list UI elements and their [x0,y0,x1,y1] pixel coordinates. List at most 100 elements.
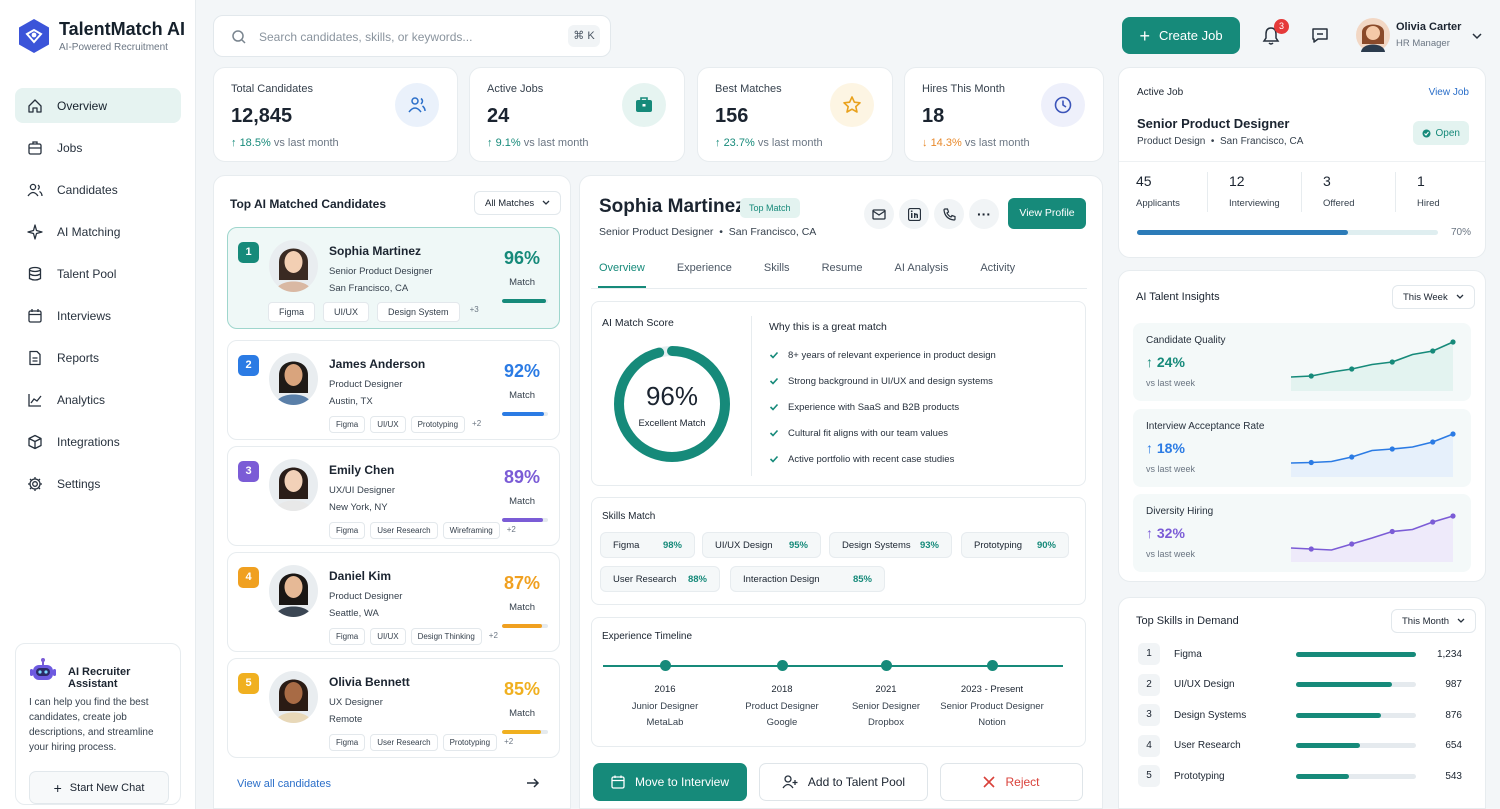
view-job-link[interactable]: View Job [1429,87,1469,98]
create-job-button[interactable]: + Create Job [1122,17,1240,54]
top-skill-row: 1 Figma 1,234 [1138,642,1468,666]
avatar-photo [269,565,318,617]
avatar [1356,18,1390,52]
sidebar-item-jobs[interactable]: Jobs [15,130,181,165]
skill-match-chip: Figma 98% [600,532,695,558]
arrow-up-icon: ↑ [1146,440,1157,456]
sidebar-item-candidates[interactable]: Candidates [15,172,181,207]
close-icon [983,776,996,788]
sparkline-point [1349,366,1355,372]
candidate-card[interactable]: 5 Olivia Bennett UX Designer Remote Figma Use… [227,658,560,758]
skill-tag: Figma [329,734,366,751]
candidate-card[interactable]: 1 Sophia Martinez Senior Product Designer S… [227,227,560,329]
matches-filter-label: All Matches [485,197,535,209]
add-to-talent-pool-button[interactable]: Add to Talent Pool [759,763,928,801]
matches-filter-dropdown[interactable]: All Matches [474,191,562,215]
stat-card-total-candidates: Total Candidates 12,845 ↑ 18.5% vs last mo… [213,67,458,162]
skill-tag: UI/UX [370,416,406,433]
skill-tag: UI/UX [323,302,370,322]
view-all-candidates-link[interactable]: View all candidates [237,778,331,790]
match-percent: 92% [503,361,540,381]
calendar-icon [28,308,42,323]
check-circle-icon [1422,129,1431,137]
view-profile-button[interactable]: View Profile [1008,198,1086,229]
call-button[interactable] [934,199,964,229]
sparkline-point [1389,359,1395,365]
candidate-name: Olivia Bennett [329,675,410,689]
candidate-card[interactable]: 3 Emily Chen UX/UI Designer New York, NY Fig… [227,446,560,546]
skill-tag: Prototyping [410,416,466,433]
candidate-card[interactable]: 4 Daniel Kim Product Designer Seattle, WA Fi… [227,552,560,652]
sidebar-item-reports[interactable]: Reports [15,340,181,375]
more-tags: +2 [506,525,516,534]
candidate-tags: Figma User Research Wireframing +2 [329,522,518,539]
active-job-title: Active Job [1137,87,1184,98]
sidebar-item-label: AI Matching [57,224,121,239]
skill-percent: 93% [919,539,939,551]
check-icon [769,377,779,385]
stat-label: Active Jobs [487,83,544,95]
email-button[interactable] [864,199,894,229]
skill-percent: 90% [1036,539,1056,551]
tab-experience[interactable]: Experience [677,262,732,274]
move-to-interview-label: Move to Interview [634,775,730,789]
phone-icon [942,207,956,221]
sidebar-item-ai-matching[interactable]: AI Matching [15,214,181,249]
candidate-avatar [269,240,318,292]
linkedin-button[interactable] [899,199,929,229]
sidebar-item-integrations[interactable]: Integrations [15,424,181,459]
detail-tabs: Overview Experience Skills Resume AI Analysi… [599,262,1015,274]
tab-skills[interactable]: Skills [764,262,790,274]
start-chat-button[interactable]: + Start New Chat [29,771,169,804]
skill-tag: Prototyping [442,734,498,751]
top-skill-name: Figma [1174,648,1202,660]
match-bar [502,299,548,303]
sidebar-item-label: Settings [57,476,101,491]
insight-label: Candidate Quality [1146,335,1226,346]
messages-button[interactable] [1311,26,1329,44]
candidate-card[interactable]: 2 James Anderson Product Designer Austin, T… [227,340,560,440]
stat-value: 156 [715,105,749,127]
top-skill-rank: 5 [1138,765,1160,787]
search-bar[interactable]: Search candidates, skills, or keywords..… [213,15,611,57]
skill-match-chip: Prototyping 90% [961,532,1069,558]
chart-icon [28,393,42,407]
check-icon [769,403,779,411]
tab-activity[interactable]: Activity [980,262,1015,274]
sidebar-item-overview[interactable]: Overview [15,88,181,123]
sparkline-point [1389,446,1395,452]
active-job-meta: Product Design • San Francisco, CA [1137,136,1304,147]
candidate-location: San Francisco, CA [329,283,409,294]
stat-change: ↑ 23.7% vs last month [715,137,823,149]
more-options-button[interactable]: ··· [969,199,999,229]
timeline-year: 2023 - Present [960,684,1024,695]
reject-button[interactable]: Reject [940,763,1083,801]
tab-ai-analysis[interactable]: AI Analysis [895,262,949,274]
tab-overview[interactable]: Overview [599,262,645,274]
search-input[interactable]: Search candidates, skills, or keywords..… [259,30,472,44]
stat-label: Hires This Month [922,83,1005,95]
top-skills-period-dropdown[interactable]: This Month [1391,609,1476,633]
sparkline-point [1430,439,1436,445]
candidate-tags: Figma UI/UX Design Thinking +2 [329,628,500,645]
insights-period-dropdown[interactable]: This Week [1392,285,1475,309]
candidate-location: Seattle, WA [329,608,379,619]
move-to-interview-button[interactable]: Move to Interview [593,763,747,801]
top-skill-bar [1296,773,1416,779]
user-menu[interactable]: Olivia Carter HR Manager [1356,18,1486,54]
skill-match-chip: User Research 88% [600,566,720,592]
briefcase-icon [636,97,652,112]
insight-label: Diversity Hiring [1146,506,1214,517]
skills-title: Skills Match [602,511,656,522]
arrow-right-icon[interactable] [526,777,540,789]
sidebar-item-analytics[interactable]: Analytics [15,382,181,417]
sidebar-item-settings[interactable]: Settings [15,466,181,501]
notifications-button[interactable]: 3 [1262,19,1289,46]
sidebar-item-label: Talent Pool [57,266,117,281]
sidebar-item-talent-pool[interactable]: Talent Pool [15,256,181,291]
brand[interactable]: TalentMatch AI AI-Powered Recruitment [18,18,185,54]
reason-item: Active portfolio with recent case studie… [769,446,996,472]
tab-resume[interactable]: Resume [822,262,863,274]
sidebar-item-interviews[interactable]: Interviews [15,298,181,333]
skill-percent: 88% [687,573,707,585]
